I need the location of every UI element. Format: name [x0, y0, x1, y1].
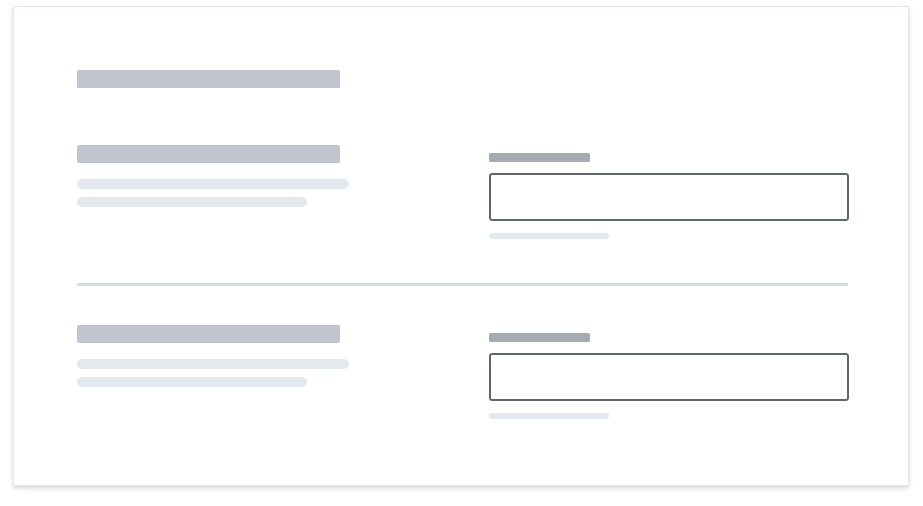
field-1-label-placeholder — [489, 153, 590, 162]
section-divider — [77, 283, 848, 286]
section-1-description-line-2 — [77, 197, 307, 207]
field-1-input[interactable] — [489, 173, 849, 221]
page-title-placeholder — [77, 70, 340, 88]
form-card — [13, 6, 909, 486]
field-2-label-placeholder — [489, 333, 590, 342]
field-1-helper-placeholder — [489, 233, 609, 239]
section-1-title-placeholder — [77, 145, 340, 163]
section-2-description-line-2 — [77, 377, 307, 387]
section-2-description-line-1 — [77, 359, 349, 369]
section-1-description-line-1 — [77, 179, 349, 189]
section-2-title-placeholder — [77, 325, 340, 343]
field-2-helper-placeholder — [489, 413, 609, 419]
field-2-input[interactable] — [489, 353, 849, 401]
